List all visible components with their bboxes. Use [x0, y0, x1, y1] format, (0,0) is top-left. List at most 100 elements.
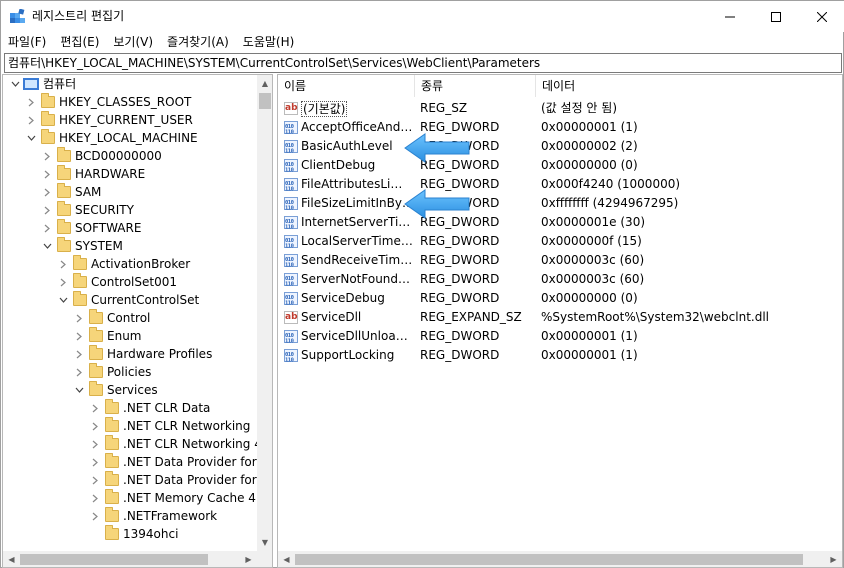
value-row[interactable]: 010110InternetServerTime...REG_DWORD0x00…	[278, 213, 842, 232]
tree-item[interactable]: .NET CLR Networking	[3, 417, 257, 435]
tree-item[interactable]: ActivationBroker	[3, 255, 257, 273]
tree-item[interactable]: Policies	[3, 363, 257, 381]
value-row[interactable]: 010110LocalServerTimeou... REG_DWORD 0x000…	[278, 232, 842, 251]
column-header-type[interactable]: 종류	[415, 75, 536, 97]
chevron-right-icon[interactable]	[89, 435, 101, 453]
scroll-left-arrow-icon[interactable]: ◀	[278, 551, 295, 567]
scroll-up-arrow-icon[interactable]: ▲	[257, 75, 272, 92]
chevron-right-icon[interactable]	[89, 453, 101, 471]
tree-item[interactable]: .NET CLR Data	[3, 399, 257, 417]
chevron-down-icon[interactable]	[9, 75, 21, 93]
chevron-right-icon[interactable]	[73, 363, 85, 381]
scroll-right-arrow-icon[interactable]: ▶	[825, 551, 842, 567]
chevron-right-icon[interactable]	[41, 183, 53, 201]
value-row[interactable]: 010 110 ServerNotFoundCa... REG_DWORD 0x0000…	[278, 270, 842, 289]
tree-item[interactable]: SOFTWARE	[3, 219, 257, 237]
folder-icon	[57, 165, 71, 180]
value-row[interactable]: ab (기본값) REG_SZ (값 설정 안 됨)	[278, 99, 842, 118]
chevron-right-icon[interactable]	[41, 147, 53, 165]
binary-value-icon: 010 110	[284, 197, 298, 212]
chevron-right-icon[interactable]	[25, 111, 37, 129]
binary-value-icon: 010 110	[284, 178, 298, 193]
tree-item-label: Services	[107, 383, 158, 397]
chevron-right-icon[interactable]	[73, 309, 85, 327]
tree-item[interactable]: HKEY_LOCAL_MACHINE	[3, 129, 257, 147]
column-header-data[interactable]: 데이터	[536, 75, 842, 97]
tree-item[interactable]: .NETFramework	[3, 507, 257, 525]
chevron-right-icon[interactable]	[89, 399, 101, 417]
tree-hscroll-thumb[interactable]	[20, 554, 208, 565]
tree-item[interactable]: CurrentControlSet	[3, 291, 257, 309]
chevron-down-icon[interactable]	[25, 129, 37, 147]
minimize-button[interactable]	[707, 1, 753, 32]
chevron-right-icon[interactable]	[25, 93, 37, 111]
tree-scroll-thumb[interactable]	[259, 93, 271, 109]
menu-file[interactable]: 파일(F)	[1, 32, 53, 52]
chevron-right-icon[interactable]	[89, 417, 101, 435]
chevron-right-icon[interactable]	[73, 345, 85, 363]
scroll-down-arrow-icon[interactable]: ▼	[257, 534, 272, 551]
tree-item[interactable]: Services	[3, 381, 257, 399]
tree-item[interactable]: HKEY_CLASSES_ROOT	[3, 93, 257, 111]
value-row[interactable]: 010 110 SupportLocking REG_DWORD 0x00000001 …	[278, 346, 842, 365]
chevron-right-icon[interactable]	[57, 255, 69, 273]
tree-item[interactable]: BCD00000000	[3, 147, 257, 165]
chevron-right-icon[interactable]	[41, 219, 53, 237]
chevron-right-icon[interactable]	[41, 201, 53, 219]
menu-view[interactable]: 보기(V)	[106, 32, 160, 52]
tree-item[interactable]: .NET Data Provider for C	[3, 453, 257, 471]
column-header-name[interactable]: 이름	[278, 75, 415, 97]
menu-edit[interactable]: 편집(E)	[53, 32, 106, 52]
tree-horizontal-scrollbar[interactable]: ◀ ▶	[3, 551, 257, 567]
chevron-right-icon[interactable]	[89, 507, 101, 525]
scroll-left-arrow-icon[interactable]: ◀	[3, 551, 20, 567]
chevron-right-icon[interactable]	[41, 165, 53, 183]
binary-value-icon: 010 110	[284, 292, 298, 307]
tree-item[interactable]: 1394ohci	[3, 525, 257, 543]
value-row[interactable]: 010 110 ServiceDllUnloadO... REG_DWORD 0x000…	[278, 327, 842, 346]
menu-help[interactable]: 도움말(H)	[236, 32, 302, 52]
address-bar[interactable]: 컴퓨터\HKEY_LOCAL_MACHINE\SYSTEM\CurrentCon…	[4, 53, 842, 73]
chevron-right-icon[interactable]	[89, 489, 101, 507]
tree-item[interactable]: SECURITY	[3, 201, 257, 219]
tree-item[interactable]: .NET CLR Networking 4.	[3, 435, 257, 453]
tree-item[interactable]: .NET Memory Cache 4.0	[3, 489, 257, 507]
tree-item[interactable]: HKEY_CURRENT_USER	[3, 111, 257, 129]
tree-item[interactable]: SAM	[3, 183, 257, 201]
chevron-right-icon[interactable]	[57, 273, 69, 291]
menu-favorites[interactable]: 즐겨찾기(A)	[160, 32, 236, 52]
chevron-down-icon[interactable]	[73, 381, 85, 399]
maximize-button[interactable]	[753, 1, 799, 32]
chevron-down-icon[interactable]	[41, 237, 53, 255]
value-row[interactable]: 010 110 SendReceiveTimeo... REG_DWORD 0x0000…	[278, 251, 842, 270]
tree-vertical-scrollbar[interactable]: ▲ ▼	[257, 75, 272, 551]
chevron-right-icon[interactable]	[73, 327, 85, 345]
tree-item[interactable]: .NET Data Provider for S	[3, 471, 257, 489]
tree-item[interactable]: 컴퓨터	[3, 75, 257, 93]
tree-item[interactable]: HARDWARE	[3, 165, 257, 183]
value-type: REG_DWORD	[420, 291, 500, 305]
list-hscroll-thumb[interactable]	[295, 554, 803, 565]
tree-item-label: ActivationBroker	[91, 257, 191, 271]
scroll-right-arrow-icon[interactable]: ▶	[240, 551, 257, 567]
tree-item[interactable]: Control	[3, 309, 257, 327]
value-row[interactable]: 010 110 AcceptOfficeAndTa... REG_DWORD 0x000…	[278, 118, 842, 137]
value-row[interactable]: 010 110 FileAttributesLimitI... REG_DWORD 0x…	[278, 175, 842, 194]
chevron-down-icon[interactable]	[57, 291, 69, 309]
close-button[interactable]	[799, 1, 844, 32]
tree-item-label: .NET CLR Networking	[123, 419, 251, 433]
value-row[interactable]: 010 110 ClientDebug REG_DWORD 0x00000000 (0)	[278, 156, 842, 175]
value-row[interactable]: 010110FileSizeLimitInBytesREG_DWORD0xfff…	[278, 194, 842, 213]
list-horizontal-scrollbar[interactable]: ◀ ▶	[278, 551, 842, 567]
value-data: 0x00000001 (1)	[541, 120, 638, 134]
value-row[interactable]: ab ServiceDll REG_EXPAND_SZ %SystemRoot%\Sy…	[278, 308, 842, 327]
tree-item[interactable]: Enum	[3, 327, 257, 345]
value-row[interactable]: 010110BasicAuthLevelREG_DWORD0x00000002 …	[278, 137, 842, 156]
tree-item[interactable]: SYSTEM	[3, 237, 257, 255]
tree-item-label: .NET CLR Data	[123, 401, 211, 415]
tree-item[interactable]: ControlSet001	[3, 273, 257, 291]
value-row[interactable]: 010 110 ServiceDebug REG_DWORD 0x00000000 (0…	[278, 289, 842, 308]
tree-item[interactable]: Hardware Profiles	[3, 345, 257, 363]
chevron-right-icon[interactable]	[89, 471, 101, 489]
